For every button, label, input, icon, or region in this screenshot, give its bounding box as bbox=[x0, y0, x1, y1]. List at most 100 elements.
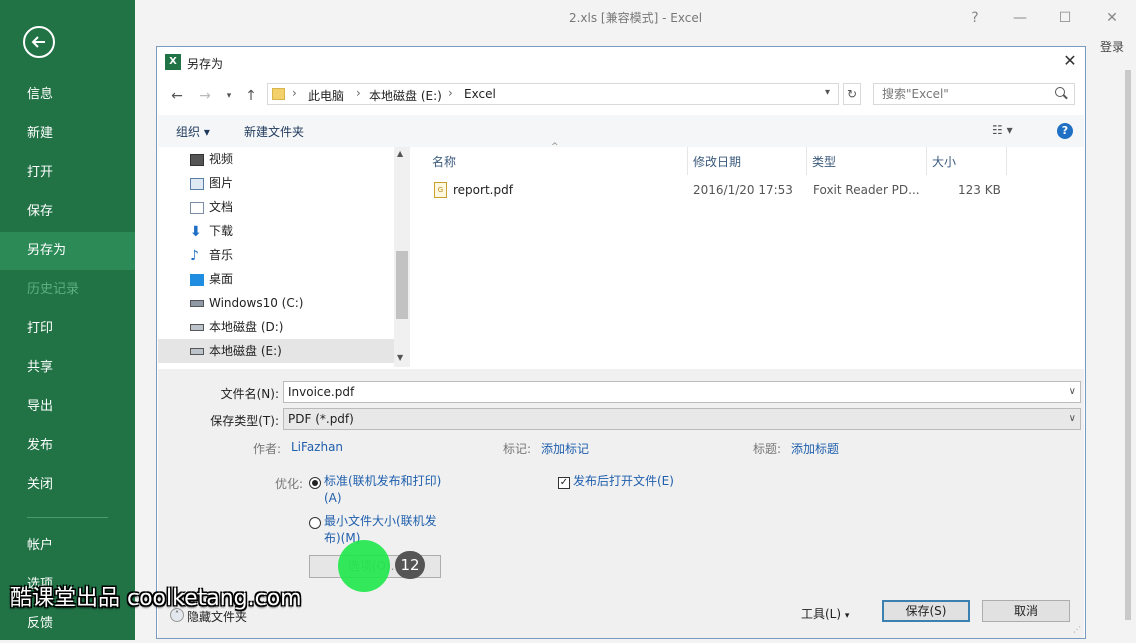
search-input[interactable]: 搜索"Excel" bbox=[873, 83, 1075, 105]
nav-item-videos[interactable]: 视频 bbox=[188, 147, 394, 171]
open-after-publish-checkbox[interactable]: ✓ bbox=[558, 477, 570, 489]
nav-item-pictures[interactable]: 图片 bbox=[188, 171, 394, 195]
file-name[interactable]: report.pdf bbox=[453, 183, 513, 197]
up-icon[interactable]: ↑ bbox=[241, 87, 261, 105]
sidebar-item-share[interactable]: 共享 bbox=[0, 349, 135, 387]
maximize-icon[interactable]: ☐ bbox=[1050, 6, 1080, 30]
optimize-standard-radio[interactable] bbox=[309, 477, 321, 489]
nav-item-drive-d[interactable]: 本地磁盘 (D:) bbox=[188, 315, 394, 339]
cancel-button[interactable]: 取消 bbox=[982, 600, 1070, 622]
sidebar-item-publish[interactable]: 发布 bbox=[0, 427, 135, 465]
optimize-minimum-radio[interactable] bbox=[309, 517, 321, 529]
refresh-icon[interactable]: ↻ bbox=[843, 83, 861, 105]
breadcrumb-excel[interactable]: Excel bbox=[464, 87, 496, 101]
column-header-modified[interactable]: 修改日期 bbox=[693, 153, 741, 170]
filename-field[interactable]: Invoice.pdf ∨ bbox=[283, 381, 1081, 403]
nav-item-label: 桌面 bbox=[209, 272, 234, 286]
help-icon[interactable]: ? bbox=[1057, 123, 1073, 139]
click-indicator bbox=[338, 540, 390, 592]
minimize-icon[interactable]: — bbox=[1005, 6, 1035, 30]
nav-item-label: Windows10 (C:) bbox=[209, 296, 304, 310]
column-divider[interactable] bbox=[926, 147, 927, 175]
sidebar-item-close[interactable]: 关闭 bbox=[0, 466, 135, 504]
chevron-down-icon[interactable]: ∨ bbox=[1069, 409, 1076, 429]
title-value[interactable]: 添加标题 bbox=[791, 440, 839, 457]
save-as-dialog: X 另存为 ✕ ← → ▾ ↑ › 此电脑 › 本地磁盘 (E:) › Exce… bbox=[156, 46, 1086, 639]
nav-item-label: 音乐 bbox=[209, 248, 234, 262]
option-text: 最小文件大小(联机发 bbox=[324, 514, 437, 528]
nav-scrollbar[interactable]: ▲ ▼ bbox=[394, 147, 410, 367]
column-divider[interactable] bbox=[687, 147, 688, 175]
filename-value: Invoice.pdf bbox=[288, 385, 355, 399]
sidebar-item-new[interactable]: 新建 bbox=[0, 115, 135, 153]
dialog-close-icon[interactable]: ✕ bbox=[1059, 51, 1081, 70]
sidebar-item-history: 历史记录 bbox=[27, 282, 80, 297]
sidebar-item-export[interactable]: 导出 bbox=[0, 388, 135, 426]
sidebar-item-info[interactable]: 信息 bbox=[0, 76, 135, 114]
column-header-size[interactable]: 大小 bbox=[932, 153, 956, 170]
nav-item-music[interactable]: ♪ 音乐 bbox=[188, 243, 394, 267]
nav-item-label: 本地磁盘 (D:) bbox=[209, 320, 284, 334]
tags-label: 标记: bbox=[503, 442, 532, 456]
drive-icon bbox=[190, 348, 204, 355]
sidebar-item-account[interactable]: 帐户 bbox=[0, 527, 135, 565]
column-header-name[interactable]: 名称 bbox=[432, 153, 456, 170]
nav-item-documents[interactable]: 文档 bbox=[188, 195, 394, 219]
filetype-select[interactable]: PDF (*.pdf) ∨ bbox=[283, 408, 1081, 430]
title-label: 标题: bbox=[753, 442, 782, 456]
tools-menu[interactable]: 工具(L) ▾ bbox=[801, 605, 849, 622]
author-value[interactable]: LiFazhan bbox=[291, 440, 343, 454]
login-link[interactable]: 登录 bbox=[1100, 38, 1124, 55]
organize-menu[interactable]: 组织 ▾ bbox=[176, 123, 210, 140]
scroll-up-icon[interactable]: ▲ bbox=[397, 149, 403, 158]
breadcrumb-this-pc[interactable]: 此电脑 bbox=[308, 87, 344, 104]
open-after-publish-label[interactable]: 发布后打开文件(E) bbox=[573, 473, 674, 490]
navigation-pane: 视频 图片 文档 ⬇ 下载 ♪ 音乐 桌面 Windows10 (C:) 本地磁盘 … bbox=[158, 147, 394, 367]
sidebar-item-save[interactable]: 保存 bbox=[0, 193, 135, 231]
sidebar-item-open[interactable]: 打开 bbox=[0, 154, 135, 192]
back-icon[interactable]: ← bbox=[167, 87, 187, 105]
file-type: Foxit Reader PD... bbox=[813, 183, 920, 197]
view-options-icon[interactable]: ☷ ▾ bbox=[992, 123, 1013, 137]
desktop-icon bbox=[190, 273, 204, 286]
chevron-down-icon[interactable]: ∨ bbox=[1069, 382, 1076, 402]
column-header-type[interactable]: 类型 bbox=[812, 153, 836, 170]
sidebar-item-print[interactable]: 打印 bbox=[0, 310, 135, 348]
tags-value[interactable]: 添加标记 bbox=[541, 440, 589, 457]
back-arrow-icon[interactable] bbox=[23, 26, 55, 58]
address-bar[interactable]: › 此电脑 › 本地磁盘 (E:) › Excel bbox=[267, 83, 839, 105]
nav-item-drive-c[interactable]: Windows10 (C:) bbox=[188, 291, 394, 315]
video-icon bbox=[190, 153, 204, 166]
optimize-minimum-label[interactable]: 最小文件大小(联机发 布)(M) bbox=[324, 513, 437, 547]
recent-locations-icon[interactable]: ▾ bbox=[219, 87, 239, 105]
dialog-toolbar: 组织 ▾ 新建文件夹 ☷ ▾ ? bbox=[158, 115, 1084, 147]
scroll-down-icon[interactable]: ▼ bbox=[397, 353, 403, 362]
scroll-thumb[interactable] bbox=[396, 251, 408, 319]
column-divider[interactable] bbox=[806, 147, 807, 175]
resize-grip-icon[interactable]: ⋰ bbox=[1073, 625, 1081, 634]
optimize-standard-label[interactable]: 标准(联机发布和打印) (A) bbox=[324, 473, 441, 507]
file-modified: 2016/1/20 17:53 bbox=[693, 183, 793, 197]
breadcrumb-separator: › bbox=[356, 86, 361, 100]
excel-icon: X bbox=[165, 54, 181, 70]
search-icon[interactable] bbox=[1055, 87, 1065, 97]
breadcrumb-separator: › bbox=[292, 86, 297, 100]
dialog-title: 另存为 bbox=[187, 57, 224, 71]
nav-item-drive-e[interactable]: 本地磁盘 (E:) bbox=[158, 339, 394, 363]
sidebar-item-save-as[interactable]: 另存为 bbox=[0, 232, 135, 270]
column-divider[interactable] bbox=[1006, 147, 1007, 175]
save-button[interactable]: 保存(S) bbox=[882, 600, 970, 622]
help-button[interactable]: ? bbox=[960, 6, 990, 30]
author-label: 作者: bbox=[253, 442, 282, 456]
address-dropdown-icon[interactable]: ▾ bbox=[825, 87, 830, 98]
watermark: 酷课堂出品 coolketang.com bbox=[10, 586, 302, 611]
nav-item-downloads[interactable]: ⬇ 下载 bbox=[188, 219, 394, 243]
filetype-value: PDF (*.pdf) bbox=[288, 412, 354, 426]
close-window-icon[interactable]: ✕ bbox=[1097, 6, 1127, 30]
breadcrumb-drive-e[interactable]: 本地磁盘 (E:) bbox=[369, 87, 442, 104]
main-scrollbar[interactable] bbox=[1122, 60, 1134, 630]
new-folder-button[interactable]: 新建文件夹 bbox=[244, 123, 304, 140]
nav-item-desktop[interactable]: 桌面 bbox=[188, 267, 394, 291]
nav-item-label: 下载 bbox=[209, 224, 234, 238]
sort-ascending-icon: ^ bbox=[551, 142, 559, 152]
